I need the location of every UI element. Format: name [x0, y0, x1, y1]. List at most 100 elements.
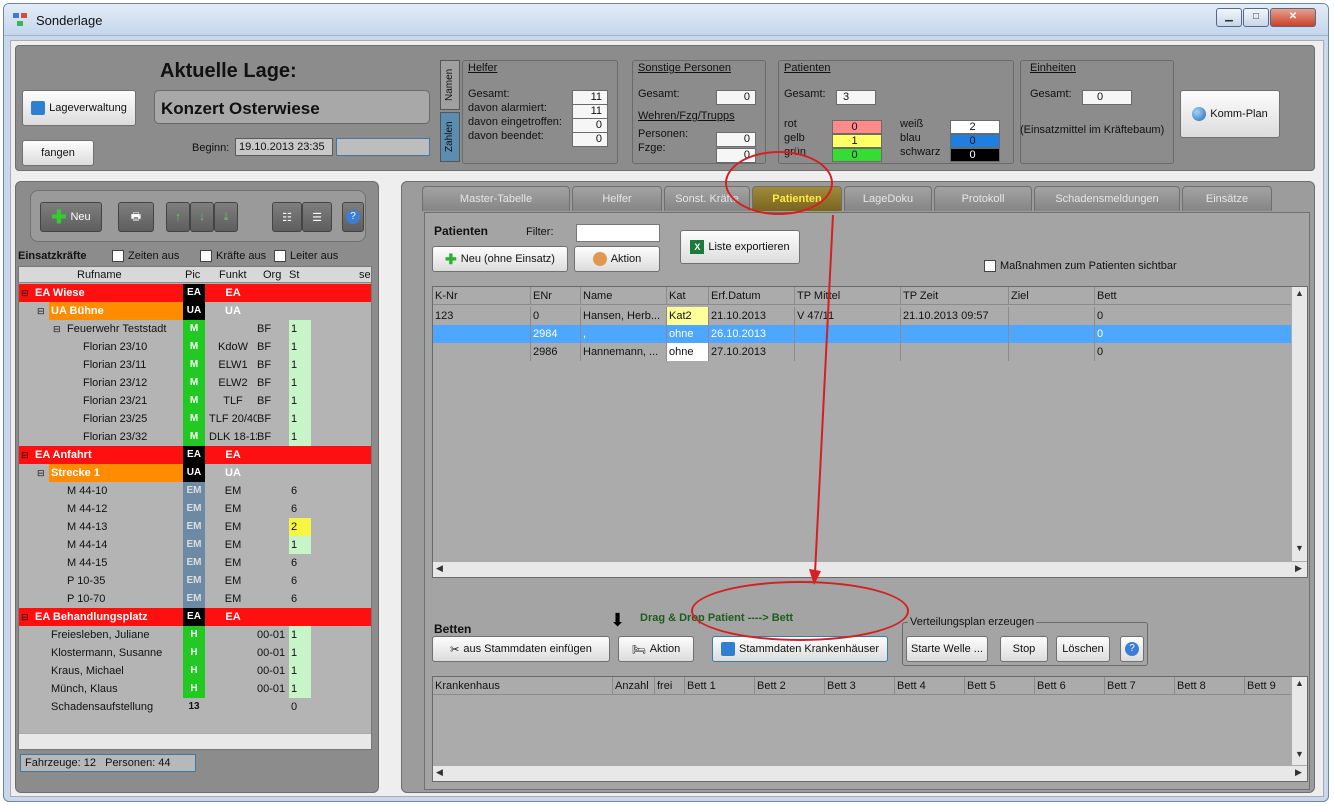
tree-row[interactable]: ⊟ Strecke 1 UA UA [19, 464, 371, 482]
tree-row[interactable]: M 44-14 EM EM 1 [19, 536, 371, 554]
col-se[interactable]: se [359, 269, 371, 281]
tree-row[interactable]: ⊟ Feuerwehr Teststadt M BF 1 [19, 320, 371, 338]
tree-row[interactable]: ⊟ EA Anfahrt EA EA [19, 446, 371, 464]
loeschen-button[interactable]: Löschen [1056, 636, 1110, 662]
patient-aktion-button[interactable]: Aktion [574, 246, 660, 272]
grid-header-cell[interactable]: Kat [667, 287, 709, 305]
betten-aktion-button[interactable]: 🛏 Aktion [618, 636, 694, 662]
grid-header-cell[interactable]: Bett 3 [825, 677, 895, 695]
col-funkt[interactable]: Funkt [219, 269, 247, 281]
grid-header-cell[interactable]: Bett 1 [685, 677, 755, 695]
grid-header-cell[interactable]: Bett 2 [755, 677, 825, 695]
table-row[interactable]: 123 0 Hansen, Herb... Kat2 21.10.2013 V 47/11… [433, 307, 1293, 325]
grid-header-cell[interactable]: Bett 6 [1035, 677, 1105, 695]
tab-eins-tze[interactable]: Einsätze [1182, 186, 1272, 211]
patienten-hscrollbar[interactable]: ◀ ▶ [433, 561, 1307, 577]
tree-row[interactable]: Florian 23/12 M ELW2 BF 1 [19, 374, 371, 392]
patienten-vscrollbar[interactable]: ▲ ▼ [1291, 287, 1307, 561]
fangen-button[interactable]: fangen [22, 140, 94, 166]
tree-view-button[interactable]: ☷ [272, 202, 302, 232]
tab-namen[interactable]: Namen [440, 60, 460, 110]
tree-row[interactable]: P 10-35 EM EM 6 [19, 572, 371, 590]
tab-protokoll[interactable]: Protokoll [934, 186, 1032, 211]
tree-row[interactable]: Münch, Klaus H 00-01 1 [19, 680, 371, 698]
personen-value: 0 [716, 132, 756, 147]
tab-master-tabelle[interactable]: Master-Tabelle [422, 186, 570, 211]
grid-header-cell[interactable]: frei [655, 677, 685, 695]
einheiten-gesamt-value: 0 [1082, 90, 1132, 105]
table-row[interactable]: 2984, ohne 26.10.2013 0 [433, 325, 1293, 343]
massnahmen-checkbox[interactable] [984, 260, 996, 272]
close-button[interactable]: ✕ [1270, 8, 1316, 27]
neu-ohne-einsatz-button[interactable]: ✚ Neu (ohne Einsatz) [432, 246, 568, 272]
beginn-end-field[interactable] [336, 138, 430, 156]
table-row[interactable]: 2986 Hannemann, ... ohne 27.10.2013 0 [433, 343, 1293, 361]
tree-row[interactable]: M 44-10 EM EM 6 [19, 482, 371, 500]
aus-stammdaten-button[interactable]: ✂ aus Stammdaten einfügen [432, 636, 610, 662]
grid-header-cell[interactable]: Krankenhaus [433, 677, 613, 695]
import-button[interactable]: ⤓ [214, 202, 238, 232]
grid-header-cell[interactable]: TP Zeit [901, 287, 1009, 305]
help-button[interactable]: ? [342, 202, 364, 232]
tree-row[interactable]: Schadensaufstellung 13 0 [19, 698, 371, 716]
col-pic[interactable]: Pic [185, 269, 200, 281]
tree-row[interactable]: Florian 23/11 M ELW1 BF 1 [19, 356, 371, 374]
tree-row[interactable]: Klostermann, Susanne H 00-01 1 [19, 644, 371, 662]
move-down-button[interactable]: ↓ [190, 202, 214, 232]
grid-header-cell[interactable]: Ziel [1009, 287, 1095, 305]
grid-header-cell[interactable]: Anzahl [613, 677, 655, 695]
tree-row[interactable]: Florian 23/10 M KdoW BF 1 [19, 338, 371, 356]
tree-row[interactable]: M 44-13 EM EM 2 [19, 518, 371, 536]
col-rufname[interactable]: Rufname [77, 269, 122, 281]
print-button[interactable]: 🖶 [118, 202, 154, 232]
tab-schadensmeldungen[interactable]: Schadensmeldungen [1034, 186, 1180, 211]
leiter-aus-checkbox[interactable] [274, 250, 286, 262]
grid-header-cell[interactable]: ENr [531, 287, 581, 305]
grid-header-cell[interactable]: Name [581, 287, 667, 305]
zeiten-aus-checkbox[interactable] [112, 250, 124, 262]
neu-button[interactable]: ✚ Neu [40, 202, 102, 232]
maximize-button[interactable]: □ [1243, 8, 1269, 27]
betten-hscrollbar[interactable]: ◀ ▶ [433, 765, 1307, 781]
tab-lagedoku[interactable]: LageDoku [844, 186, 932, 211]
list-view-button[interactable]: ☰ [302, 202, 332, 232]
tree-row[interactable]: M 44-12 EM EM 6 [19, 500, 371, 518]
tree-hscrollbar[interactable] [19, 733, 371, 749]
tree-row[interactable]: Florian 23/32 M DLK 18-12 BF 1 [19, 428, 371, 446]
tree-row[interactable]: M 44-15 EM EM 6 [19, 554, 371, 572]
beginn-field[interactable]: 19.10.2013 23:35 [235, 138, 333, 156]
liste-exportieren-button[interactable]: X Liste exportieren [680, 230, 800, 264]
tree-row[interactable]: ⊟ EA Behandlungsplatz EA EA [19, 608, 371, 626]
grid-header-cell[interactable]: Bett 8 [1175, 677, 1245, 695]
kraefte-aus-checkbox[interactable] [200, 250, 212, 262]
col-org[interactable]: Org [263, 269, 281, 281]
tab-helfer[interactable]: Helfer [572, 186, 662, 211]
grid-header-cell[interactable]: Bett 4 [895, 677, 965, 695]
grid-header-cell[interactable]: Bett 5 [965, 677, 1035, 695]
minimize-button[interactable]: ▁ [1216, 8, 1242, 27]
grid-header-cell[interactable]: Bett [1095, 287, 1307, 305]
tree-row[interactable]: Freiesleben, Juliane H 00-01 1 [19, 626, 371, 644]
lage-name-field[interactable]: Konzert Osterwiese [154, 90, 430, 124]
tree-row[interactable]: Florian 23/25 M TLF 20/40 BF 1 [19, 410, 371, 428]
betten-vscrollbar[interactable]: ▲ ▼ [1291, 677, 1307, 765]
betten-help-button[interactable]: ? [1120, 636, 1144, 662]
tab-zahlen[interactable]: Zahlen [440, 112, 460, 162]
tree-row[interactable]: P 10-70 EM EM 6 [19, 590, 371, 608]
lageverwaltung-button[interactable]: Lageverwaltung [22, 90, 136, 126]
grid-header-cell[interactable]: Bett 9 [1245, 677, 1293, 695]
grid-header-cell[interactable]: Bett 7 [1105, 677, 1175, 695]
starte-welle-button[interactable]: Starte Welle ... [906, 636, 988, 662]
stop-button[interactable]: Stop [1000, 636, 1048, 662]
col-st[interactable]: St [289, 269, 299, 281]
move-up-button[interactable]: ↑ [166, 202, 190, 232]
grid-header-cell[interactable]: K-Nr [433, 287, 531, 305]
tree-pic: EA [183, 608, 205, 626]
tree-row[interactable]: Kraus, Michael H 00-01 1 [19, 662, 371, 680]
grid-header-cell[interactable]: Erf.Datum [709, 287, 795, 305]
tree-row[interactable]: ⊟ EA Wiese EA EA [19, 284, 371, 302]
tree-row[interactable]: Florian 23/21 M TLF BF 1 [19, 392, 371, 410]
komm-plan-button[interactable]: Komm-Plan [1180, 90, 1280, 138]
tree-row[interactable]: ⊟ UA Bühne UA UA [19, 302, 371, 320]
filter-input[interactable] [576, 224, 660, 242]
